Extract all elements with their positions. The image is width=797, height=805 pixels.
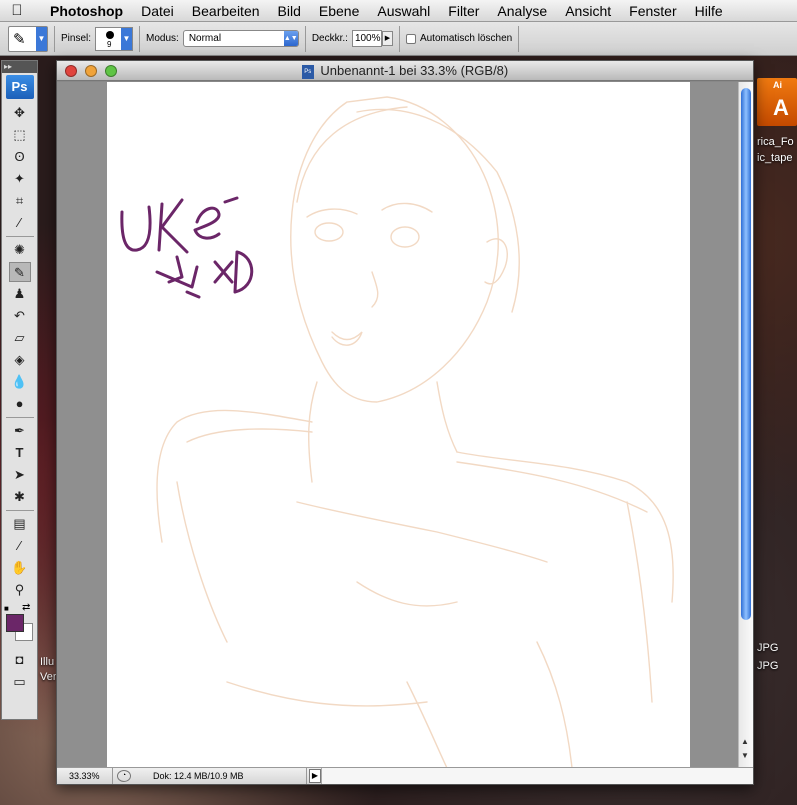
swap-colors-icon[interactable]: ⇄ [22, 602, 30, 613]
menu-datei[interactable]: Datei [132, 3, 183, 19]
auto-erase-checkbox[interactable] [405, 33, 416, 44]
menu-analyse[interactable]: Analyse [488, 3, 556, 19]
notes-tool-icon[interactable]: ▤ [9, 514, 31, 534]
marquee-tool-icon[interactable]: ⬚ [9, 125, 31, 145]
menu-bearbeiten[interactable]: Bearbeiten [183, 3, 269, 19]
menu-filter[interactable]: Filter [439, 3, 488, 19]
divider [398, 25, 400, 52]
horizontal-scrollbar[interactable] [321, 768, 753, 784]
foreground-color-swatch[interactable] [6, 614, 24, 632]
opacity-field[interactable]: 100% [351, 30, 382, 47]
menu-hilfe[interactable]: Hilfe [686, 3, 732, 19]
crop-tool-icon[interactable]: ⌗ [9, 191, 31, 211]
divider [5, 417, 34, 418]
history-brush-tool-icon[interactable]: ↶ [9, 306, 31, 326]
stepper-icon: ▲▼ [283, 31, 298, 46]
divider [518, 25, 520, 52]
menu-ansicht[interactable]: Ansicht [556, 3, 620, 19]
divider [139, 25, 141, 52]
desktop-file-label[interactable]: JPG [757, 642, 778, 654]
illustrator-file-icon[interactable]: Ai A [757, 78, 797, 126]
document-info: Dok: 12.4 MB/10.9 MB [135, 768, 307, 784]
vertical-scrollbar[interactable]: ▲ ▼ [738, 82, 753, 768]
brush-picker[interactable]: 9 ▼ [95, 26, 134, 51]
move-tool-icon[interactable]: ✥ [9, 103, 31, 123]
tool-preset-picker[interactable]: ✎ ▼ [8, 25, 48, 52]
opacity-slider-button[interactable]: ▶ [381, 31, 393, 46]
brush-size: 9 [107, 39, 112, 49]
ai-label: Ai [773, 80, 782, 90]
divider [304, 25, 306, 52]
zoom-tool-icon[interactable]: ⚲ [9, 580, 31, 600]
blur-tool-icon[interactable]: 💧 [9, 372, 31, 392]
type-tool-icon[interactable]: T [9, 443, 31, 463]
mode-label: Modus: [146, 33, 179, 44]
paint-bucket-tool-icon[interactable]: ◈ [9, 350, 31, 370]
panel-collapse-icon[interactable]: ▸▸ [2, 61, 37, 73]
apple-menu-icon[interactable]:  [0, 2, 34, 19]
clone-stamp-tool-icon[interactable]: ♟ [9, 284, 31, 304]
status-menu-icon[interactable]: ◔ [117, 770, 131, 782]
chevron-down-icon: ▼ [36, 26, 47, 51]
menu-bar:  Photoshop Datei Bearbeiten Bild Ebene … [0, 0, 797, 22]
screen-mode-icon[interactable]: ▭ [9, 672, 31, 692]
divider [5, 510, 34, 511]
menu-ebene[interactable]: Ebene [310, 3, 368, 19]
chevron-down-icon: ▼ [121, 27, 133, 50]
eraser-tool-icon[interactable]: ▱ [9, 328, 31, 348]
minimize-button[interactable] [85, 65, 97, 77]
dodge-tool-icon[interactable]: ● [9, 394, 31, 414]
eyedropper-icon[interactable]: ⁄ [9, 536, 31, 556]
pen-tool-icon[interactable]: ✒ [9, 421, 31, 441]
magic-wand-tool-icon[interactable]: ✦ [9, 169, 31, 189]
hand-tool-icon[interactable]: ✋ [9, 558, 31, 578]
pencil-icon: ✎ [13, 30, 26, 48]
toolbox-panel: ▸▸ Ps ✥ ⬚ ʘ ✦ ⌗ ⁄ ✺ ✎ ♟ ↶ ▱ ◈ 💧 ● ✒ T ➤ … [1, 60, 38, 720]
eyedropper-tool-icon[interactable]: ⁄ [9, 213, 31, 233]
menu-bild[interactable]: Bild [269, 3, 310, 19]
document-window: Ps Unbenannt-1 bei 33.3% (RGB/8) ▲ ▼ 33.… [56, 60, 754, 785]
opacity-label: Deckkr.: [311, 33, 348, 44]
app-menu[interactable]: Photoshop [34, 3, 132, 19]
menu-auswahl[interactable]: Auswahl [368, 3, 439, 19]
sketch-drawing [120, 96, 674, 768]
lasso-tool-icon[interactable]: ʘ [9, 147, 31, 167]
document-title: Unbenannt-1 bei 33.3% (RGB/8) [320, 63, 509, 78]
desktop-file-label[interactable]: JPG [757, 660, 778, 672]
photoshop-logo[interactable]: Ps [5, 75, 34, 99]
brush-tip-icon [106, 30, 115, 39]
zoom-field[interactable]: 33.33% [57, 768, 113, 784]
path-selection-tool-icon[interactable]: ➤ [9, 465, 31, 485]
mode-select[interactable]: Normal ▲▼ [182, 30, 299, 47]
status-bar: 33.33% ◔ Dok: 12.4 MB/10.9 MB ▶ [57, 767, 753, 784]
healing-brush-tool-icon[interactable]: ✺ [9, 240, 31, 260]
brush-label: Pinsel: [61, 33, 92, 44]
desktop-file-label[interactable]: Illu [40, 656, 54, 668]
divider [54, 25, 55, 52]
auto-erase-label: Automatisch löschen [419, 33, 513, 44]
zoom-button[interactable] [105, 65, 117, 77]
mode-value: Normal [188, 33, 222, 44]
scroll-down-icon[interactable]: ▼ [741, 751, 749, 760]
scrollbar-thumb[interactable] [741, 88, 751, 620]
scroll-up-icon[interactable]: ▲ [741, 737, 749, 746]
default-colors-icon[interactable]: ■ [4, 604, 9, 613]
document-titlebar[interactable]: Ps Unbenannt-1 bei 33.3% (RGB/8) [57, 61, 753, 81]
desktop-file-label[interactable]: Ver [40, 671, 57, 683]
status-arrow-icon[interactable]: ▶ [309, 769, 321, 783]
psd-file-icon: Ps [301, 64, 314, 79]
pencil-tool-icon[interactable]: ✎ [8, 262, 31, 282]
close-button[interactable] [65, 65, 77, 77]
color-swatches: ■ ⇄ [2, 602, 37, 648]
custom-shape-tool-icon[interactable]: ✱ [9, 487, 31, 507]
options-bar: ✎ ▼ Pinsel: 9 ▼ Modus: Normal ▲▼ Deckkr.… [0, 22, 797, 56]
canvas-area [57, 82, 739, 768]
divider [5, 236, 34, 237]
quick-mask-icon[interactable]: ◘ [9, 650, 31, 670]
canvas[interactable] [107, 82, 690, 768]
desktop-file-label[interactable]: ic_tape [757, 152, 792, 164]
desktop-file-label[interactable]: rica_Fo [757, 136, 794, 148]
menu-fenster[interactable]: Fenster [620, 3, 685, 19]
